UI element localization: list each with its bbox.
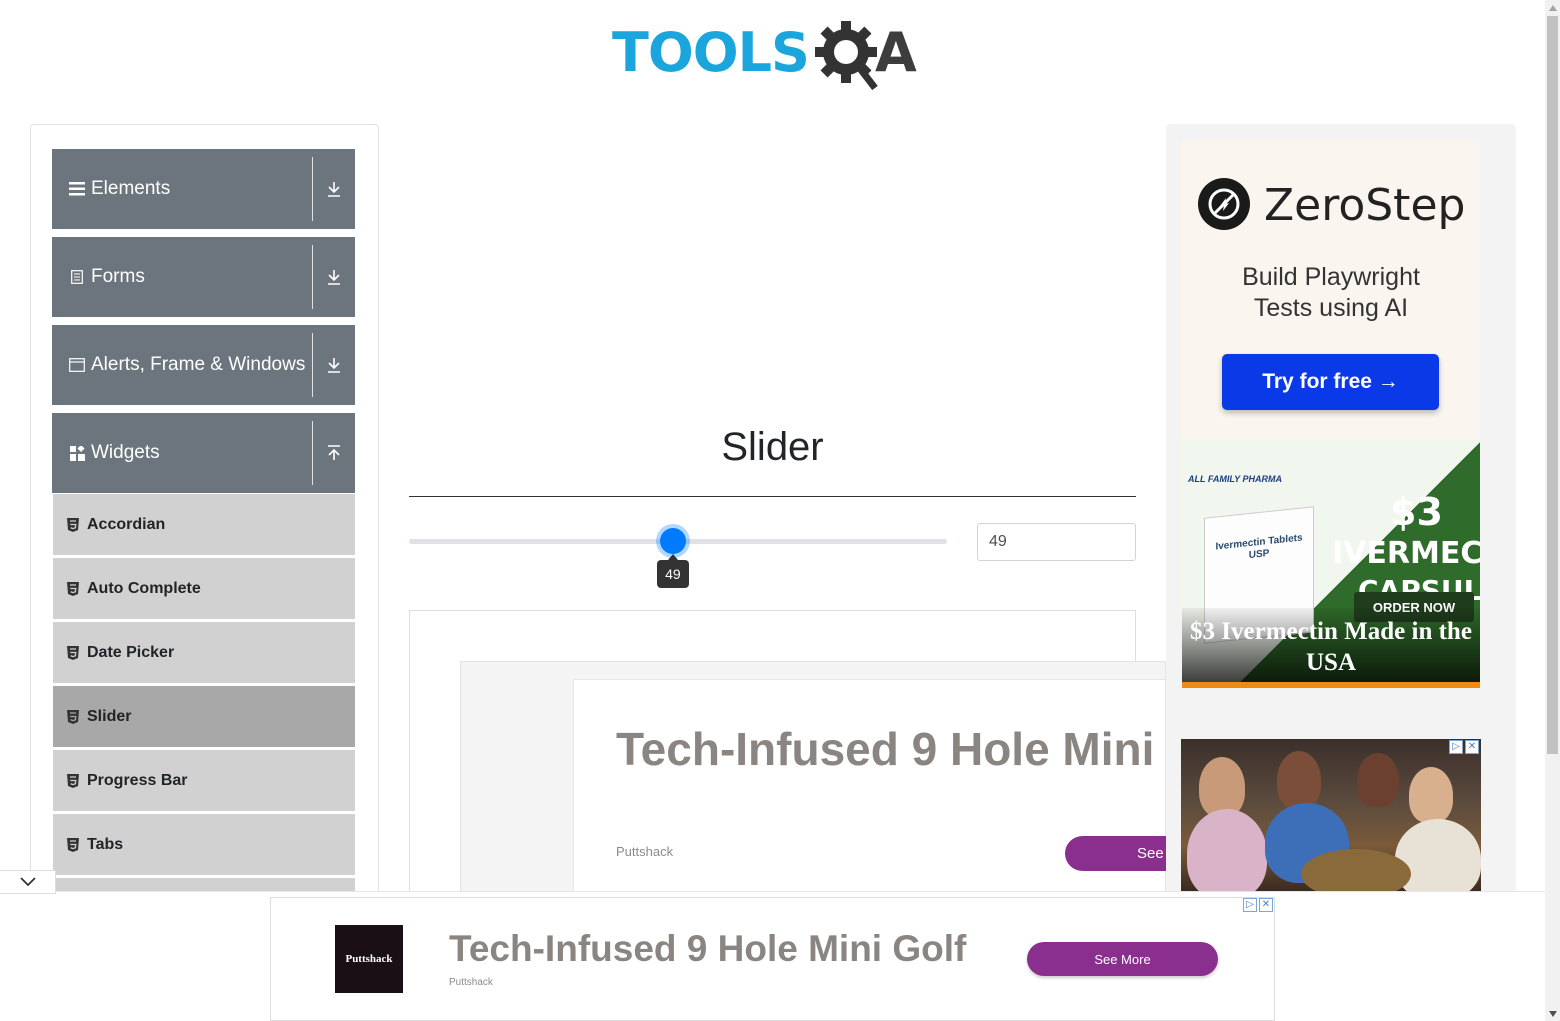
group-label: Forms (91, 266, 145, 287)
adchoices-icon[interactable]: ▷ (1449, 740, 1463, 754)
html5-icon (67, 581, 79, 596)
document-icon (69, 269, 85, 285)
slider-tooltip: 49 (656, 554, 689, 588)
download-arrow-icon[interactable] (313, 237, 355, 317)
group-forms[interactable]: Forms (52, 237, 355, 317)
gear-logo-icon (813, 18, 883, 91)
zerostep-ad[interactable]: ZeroStep Build Playwright Tests using AI… (1182, 140, 1480, 440)
close-icon[interactable]: ✕ (1259, 898, 1273, 912)
zerostep-logo-icon (1198, 178, 1250, 230)
window-icon (69, 357, 85, 373)
html5-icon (67, 773, 79, 788)
ivermectin-ad[interactable]: ALL FAMILY PHARMA Ivermectin Tablets USP… (1182, 440, 1480, 688)
sidebar-item-label: Slider (87, 707, 132, 725)
group-elements[interactable]: Elements (52, 149, 355, 229)
sidebar-item-label: Date Picker (87, 643, 175, 661)
ad-price: $3 (1390, 490, 1443, 534)
zerostep-name: ZeroStep (1264, 180, 1466, 231)
sidebar-item-auto-complete[interactable]: Auto Complete (53, 558, 355, 620)
photo-ad-image[interactable] (1181, 739, 1481, 891)
zerostep-tagline-1: Build Playwright (1242, 263, 1420, 291)
sidebar-item-tabs[interactable]: Tabs (53, 814, 355, 876)
ad-caption[interactable]: $3 Ivermectin Made in the USA (1182, 616, 1480, 678)
hamburger-icon (69, 181, 85, 197)
scrollbar-thumb[interactable] (1547, 16, 1558, 754)
sidebar-item-label: Accordian (87, 515, 166, 533)
inline-ad-brand: Puttshack (616, 844, 674, 859)
html5-icon (67, 837, 79, 852)
download-arrow-icon[interactable] (313, 325, 355, 405)
puttshack-logo[interactable]: Puttshack (335, 925, 403, 993)
zerostep-tagline-2: Tests using AI (1253, 294, 1409, 322)
person-image (1357, 753, 1399, 807)
sidebar-item-progress-bar[interactable]: Progress Bar (53, 750, 355, 812)
slider-value-field[interactable]: 49 (977, 523, 1136, 561)
group-widgets[interactable]: Widgets (52, 413, 355, 493)
ad-choices[interactable]: ▷ ✕ (1449, 740, 1479, 754)
pill-box-label: Ivermectin Tablets USP (1215, 532, 1303, 562)
scroll-up-arrow-icon[interactable] (1545, 0, 1560, 15)
title-divider (409, 496, 1136, 497)
ad-accent-bar (1182, 682, 1480, 688)
scroll-down-arrow-icon[interactable] (1545, 1006, 1560, 1021)
pharma-brand: ALL FAMILY PHARMA (1188, 474, 1282, 484)
logo-tools-text: TOOLS (612, 21, 810, 84)
inline-ad-headline[interactable]: Tech-Infused 9 Hole Mini (616, 722, 1154, 776)
adchoices-icon[interactable]: ▷ (1243, 898, 1257, 912)
widgets-icon (69, 445, 85, 461)
group-label: Widgets (91, 442, 160, 463)
html5-icon (67, 709, 79, 724)
left-nav-panel: Elements Forms Alerts, Frame & Windows W… (30, 124, 379, 904)
slider-value-text: 49 (989, 533, 1007, 550)
sidebar-item-date-picker[interactable]: Date Picker (53, 622, 355, 684)
bottom-ad-headline[interactable]: Tech-Infused 9 Hole Mini Golf (449, 928, 966, 970)
toolsqa-logo[interactable]: TOOLS A (612, 14, 938, 92)
person-image (1187, 809, 1267, 891)
zerostep-try-button[interactable]: Try for free → (1222, 354, 1439, 410)
group-label: Elements (91, 178, 171, 199)
person-image (1199, 757, 1245, 817)
food-table-image (1301, 849, 1411, 891)
bottom-ad-choices[interactable]: ▷ ✕ (1243, 898, 1273, 912)
html5-icon (67, 645, 79, 660)
upload-arrow-icon[interactable] (313, 413, 355, 493)
see-more-button[interactable]: See More (1027, 942, 1218, 976)
person-image (1277, 751, 1321, 809)
inline-ad-see-button[interactable]: See (1065, 836, 1166, 871)
bottom-ad-brand: Puttshack (449, 977, 493, 988)
ad-word-ivermectin: IVERMECTIN (1332, 536, 1480, 571)
download-arrow-icon[interactable] (313, 149, 355, 229)
collapse-ad-toggle[interactable] (0, 870, 56, 894)
html5-icon (67, 517, 79, 532)
sidebar-item-accordian[interactable]: Accordian (53, 494, 355, 556)
group-alerts[interactable]: Alerts, Frame & Windows (52, 325, 355, 405)
sidebar-item-label: Auto Complete (87, 579, 201, 597)
chevron-down-icon (19, 877, 36, 887)
close-icon[interactable]: ✕ (1465, 740, 1479, 754)
zerostep-tagline: Build Playwright Tests using AI (1182, 262, 1480, 324)
group-label: Alerts, Frame & Windows (91, 354, 306, 375)
sidebar-item-label: Tabs (87, 835, 124, 853)
page-title: Slider (721, 425, 824, 469)
sidebar-item-label: Progress Bar (87, 771, 188, 789)
person-image (1409, 767, 1453, 823)
range-slider-thumb[interactable] (659, 528, 686, 554)
sidebar-item-slider[interactable]: Slider (53, 686, 355, 748)
